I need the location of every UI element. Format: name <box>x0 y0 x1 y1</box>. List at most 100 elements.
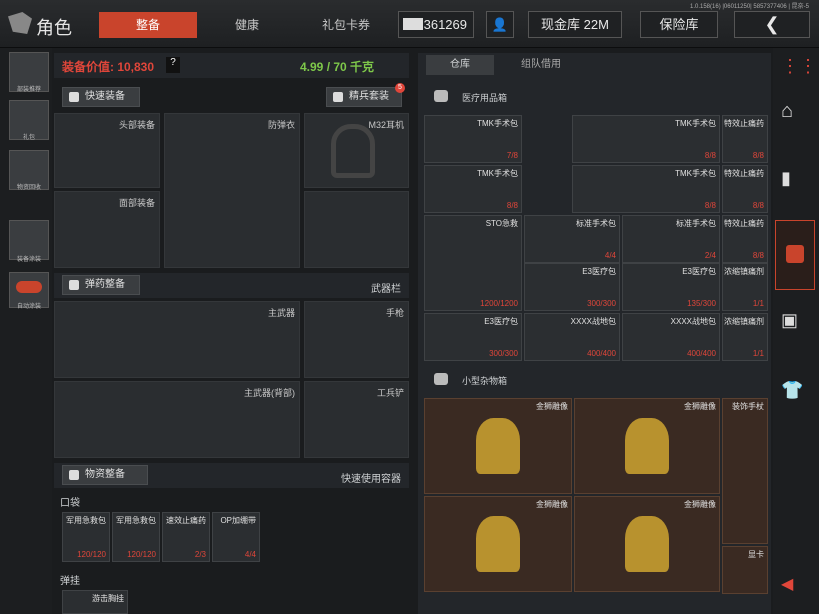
tab-health[interactable]: 健康 <box>200 12 294 38</box>
box-icon[interactable]: ▣ <box>781 310 811 340</box>
slot-face[interactable]: 面部装备 <box>54 191 160 268</box>
ammo-label: 弹药整备 <box>85 279 125 290</box>
medical-item[interactable]: 浓缩镇痛剂 1/1 <box>722 263 768 311</box>
misc-item[interactable]: 金狮雕像 <box>424 496 572 592</box>
item-count: 400/400 <box>687 349 716 358</box>
medical-item[interactable]: TMK手术包 8/8 <box>572 115 720 163</box>
item-count: 8/8 <box>752 201 764 210</box>
nav-label: 自动涂装 <box>16 304 41 310</box>
slot-head[interactable]: 头部装备 <box>54 113 160 188</box>
medical-item[interactable]: 特效止痛药 8/8 <box>722 165 768 213</box>
quick-equip-label: 快速装备 <box>85 91 125 102</box>
nav-label: 物资回收 <box>16 185 41 191</box>
medical-item[interactable]: XXXX战地包 400/400 <box>524 313 620 361</box>
item-name: 特效止痛药 <box>724 119 764 128</box>
lion-statue-icon <box>625 515 669 573</box>
medical-tab-icon[interactable] <box>775 220 815 290</box>
item-count: 1/1 <box>752 349 764 358</box>
help-icon[interactable]: ? <box>166 57 180 73</box>
medical-box-label: 医疗用品箱 <box>462 93 508 103</box>
pocket-item[interactable]: 军用急救包 120/120 <box>62 512 110 562</box>
slot-primary[interactable]: 主武器 <box>54 301 300 378</box>
money-icon <box>403 18 423 30</box>
slot-tool[interactable]: 工兵铲 <box>304 381 409 458</box>
item-count: 120/120 <box>77 550 106 559</box>
menu-icon[interactable]: ⋮⋮ <box>781 56 817 86</box>
safe-box-button[interactable]: 保险库 <box>640 11 718 38</box>
medical-item[interactable]: XXXX战地包 400/400 <box>622 313 720 361</box>
slot-label: 手枪 <box>385 308 404 318</box>
item-name: 显卡 <box>748 550 764 559</box>
shirt-icon <box>69 92 79 102</box>
belt-slot[interactable]: 游击胸挂 <box>62 590 128 614</box>
medical-item[interactable]: TMK手术包 8/8 <box>424 165 522 213</box>
medical-item[interactable]: 特效止痛药 8/8 <box>722 115 768 163</box>
home-icon[interactable]: ⌂ <box>781 100 811 130</box>
elite-set-button[interactable]: 精兵套装 5 <box>326 83 405 107</box>
slot-ear[interactable]: M32耳机 <box>304 113 409 188</box>
pocket-item[interactable]: OP加绷带 4/4 <box>212 512 260 562</box>
item-count: 2/4 <box>704 251 716 260</box>
headset-icon <box>331 124 375 178</box>
item-count: 1/1 <box>752 299 764 308</box>
misc-item[interactable]: 显卡 <box>722 546 768 594</box>
pocket-item[interactable]: 速效止痛药 2/3 <box>162 512 210 562</box>
medical-item[interactable]: E3医疗包 300/300 <box>424 313 522 361</box>
item-name: 金狮雕像 <box>684 402 716 411</box>
misc-item[interactable]: 金狮雕像 <box>424 398 572 494</box>
belt-label: 弹挂 <box>60 576 80 587</box>
tab-equip[interactable]: 整备 <box>99 12 197 38</box>
item-name: TMK手术包 <box>675 119 716 128</box>
slot-pistol[interactable]: 手枪 <box>304 301 409 378</box>
tab-warehouse[interactable]: 仓库 <box>426 55 494 75</box>
misc-item[interactable]: 金狮雕像 <box>574 398 720 494</box>
medkit-icon <box>786 245 804 263</box>
back-button[interactable]: ❮ <box>734 11 810 38</box>
top-bar: 角色 整备 健康 礼包卡券 361269 👤 现金库 22M 保险库 ❮ 1.0… <box>0 0 819 48</box>
medical-item[interactable]: 特效止痛药 8/8 <box>722 215 768 263</box>
magazine-icon[interactable]: ▮ <box>781 168 811 198</box>
contact-button[interactable]: 👤 <box>486 11 514 38</box>
item-name: 特效止痛药 <box>724 169 764 178</box>
medical-item[interactable]: STO急救 1200/1200 <box>424 215 522 311</box>
quick-equip-button[interactable]: 快速装备 <box>62 87 140 107</box>
supply-bar: 物资整备 快速使用容器 <box>54 463 409 488</box>
equip-header: 装备价值: 10,830 ? 4.99 / 70 千克 ? <box>54 53 456 78</box>
medical-item[interactable]: 标准手术包 4/4 <box>524 215 620 263</box>
slot-primary-back[interactable]: 主武器(背部) <box>54 381 300 458</box>
supply-button[interactable]: 物资整备 <box>62 465 148 485</box>
nav-label: 部装推荐 <box>16 87 41 93</box>
item-name: 金狮雕像 <box>536 500 568 509</box>
tab-team-borrow[interactable]: 组队借用 <box>498 55 584 75</box>
weapon-bar-label: 武器栏 <box>371 284 401 295</box>
medical-item[interactable]: TMK手术包 8/8 <box>572 165 720 213</box>
right-nav: ⋮⋮ ⌂ ▮ ▣ 👕 ◀ <box>773 48 819 614</box>
page-title: 角色 <box>36 18 72 38</box>
clothing-icon[interactable]: 👕 <box>781 380 811 410</box>
item-count: 8/8 <box>506 201 518 210</box>
toggle-icon <box>16 281 42 293</box>
slot-label: 主武器 <box>267 308 295 318</box>
slot-empty <box>304 191 409 268</box>
shield-icon <box>333 92 343 102</box>
pocket-item[interactable]: 军用急救包 120/120 <box>112 512 160 562</box>
item-name: 标准手术包 <box>576 219 616 228</box>
medical-item[interactable]: 浓缩镇痛剂 1/1 <box>722 313 768 361</box>
tab-gift[interactable]: 礼包卡券 <box>296 12 396 38</box>
item-name: E3医疗包 <box>582 267 616 276</box>
slot-vest[interactable]: 防弹衣 <box>164 113 300 268</box>
misc-item[interactable]: 金狮雕像 <box>574 496 720 592</box>
item-name: 浓缩镇痛剂 <box>724 267 764 276</box>
cash-vault-button[interactable]: 现金库 22M <box>528 11 622 38</box>
item-count: 300/300 <box>587 299 616 308</box>
medical-item[interactable]: E3医疗包 300/300 <box>524 263 620 311</box>
collapse-icon[interactable]: ◀ <box>781 574 811 604</box>
medical-item[interactable]: TMK手术包 7/8 <box>424 115 522 163</box>
misc-item[interactable]: 装饰手杖 <box>722 398 768 544</box>
ammo-button[interactable]: 弹药整备 <box>62 275 140 295</box>
medical-item[interactable]: 标准手术包 2/4 <box>622 215 720 263</box>
back-arrow-icon: ❮ <box>764 14 780 34</box>
medical-item[interactable]: E3医疗包 135/300 <box>622 263 720 311</box>
supply-label: 物资整备 <box>85 469 125 480</box>
equip-value: 装备价值: 10,830 <box>62 60 155 74</box>
